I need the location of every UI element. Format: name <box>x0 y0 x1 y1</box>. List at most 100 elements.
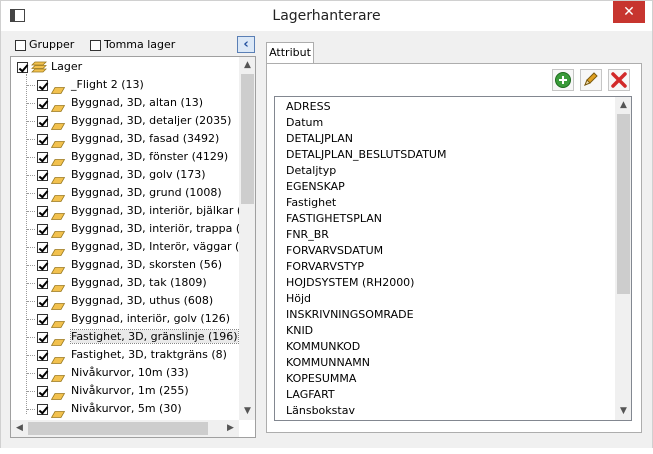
group-option[interactable]: Grupper <box>15 38 74 52</box>
collapse-panel-button[interactable]: ‹ <box>237 36 255 53</box>
layer-visibility-checkbox[interactable] <box>37 259 48 271</box>
attribute-item[interactable]: INSKRIVNINGSOMRADE <box>286 307 414 323</box>
tree-connector-branch <box>27 139 35 141</box>
layer-visibility-checkbox[interactable] <box>37 349 48 361</box>
attr-scroll-thumb[interactable] <box>617 114 630 294</box>
tree-layer-item[interactable]: _Flight 2 (13) <box>37 76 144 94</box>
scroll-up-icon[interactable]: ▲ <box>239 57 255 74</box>
delete-attribute-button[interactable] <box>608 69 630 91</box>
layer-visibility-checkbox[interactable] <box>37 367 48 379</box>
layer-label: _Flight 2 (13) <box>71 78 144 91</box>
polygon-layer-icon <box>50 262 66 274</box>
tree-layer-item[interactable]: Byggnad, 3D, detaljer (2035) <box>37 112 231 130</box>
attribute-item[interactable]: Länsbokstav <box>286 403 355 419</box>
attribute-item[interactable]: Detaljtyp <box>286 163 336 179</box>
add-attribute-button[interactable] <box>552 69 574 91</box>
attr-scroll-up-icon[interactable]: ▲ <box>615 97 631 114</box>
tree-layer-item[interactable]: Byggnad, 3D, fönster (4129) <box>37 148 228 166</box>
layer-visibility-checkbox[interactable] <box>37 79 48 91</box>
layer-tree[interactable]: Lager _Flight 2 (13) Byggnad, 3D, altan (… <box>10 56 256 438</box>
title-bar[interactable]: Lagerhanterare ✕ <box>1 1 652 31</box>
tree-layer-item[interactable]: Byggnad, 3D, Interör, väggar (393 <box>37 238 255 256</box>
attribute-scrollbar[interactable]: ▲ ▼ <box>615 97 631 420</box>
tree-scroll-thumb[interactable] <box>241 74 254 204</box>
background-strip <box>0 448 653 454</box>
tree-connector-branch <box>27 211 35 213</box>
attribute-item[interactable]: HOJDSYSTEM (RH2000) <box>286 275 414 291</box>
tree-connector-branch <box>27 373 35 375</box>
layer-label: Byggnad, 3D, grund (1008) <box>71 186 222 199</box>
attribute-item[interactable]: KNID <box>286 323 313 339</box>
tree-layer-item[interactable]: Byggnad, 3D, golv (173) <box>37 166 206 184</box>
attribute-item[interactable]: Höjd <box>286 291 311 307</box>
polygon-layer-icon <box>50 298 66 310</box>
polygon-layer-icon <box>50 226 66 238</box>
attribute-item[interactable]: KOMMUNKOD <box>286 339 360 355</box>
tree-horizontal-scrollbar[interactable]: ◀ ▶ <box>11 420 239 437</box>
layer-visibility-checkbox[interactable] <box>37 277 48 289</box>
tree-layer-item[interactable]: Byggnad, 3D, interiör, bjälkar (253 <box>37 202 255 220</box>
attribute-item[interactable]: LAGFART <box>286 387 335 403</box>
layer-visibility-checkbox[interactable] <box>37 241 48 253</box>
attribute-item[interactable]: Datum <box>286 115 323 131</box>
tab-attribut[interactable]: Attribut <box>266 42 314 64</box>
tree-layer-item[interactable]: Byggnad, 3D, uthus (608) <box>37 292 213 310</box>
layer-visibility-checkbox[interactable] <box>37 133 48 145</box>
tree-layer-item[interactable]: Byggnad, 3D, fasad (3492) <box>37 130 219 148</box>
tree-connector-branch <box>27 103 35 105</box>
tree-layer-item[interactable]: Fastighet, 3D, traktgräns (8) <box>37 346 227 364</box>
tree-layer-item[interactable]: Byggnad, 3D, altan (13) <box>37 94 203 112</box>
scroll-right-icon[interactable]: ▶ <box>222 420 239 437</box>
tree-vertical-scrollbar[interactable]: ▲ ▼ <box>239 57 255 420</box>
tree-layer-item[interactable]: Nivåkurvor, 5m (30) <box>37 400 182 418</box>
group-checkbox[interactable] <box>15 39 26 51</box>
layer-visibility-checkbox[interactable] <box>37 169 48 181</box>
empty-layers-label: Tomma lager <box>104 38 176 51</box>
layer-visibility-checkbox[interactable] <box>37 313 48 325</box>
tree-root-label: Lager <box>51 60 83 73</box>
attribute-item[interactable]: KOPESUMMA <box>286 371 356 387</box>
attribute-item[interactable]: Fastighet <box>286 195 336 211</box>
attribute-item[interactable]: DETALJPLAN <box>286 131 353 147</box>
layer-visibility-checkbox[interactable] <box>37 331 48 343</box>
attribute-item[interactable]: FORVARVSDATUM <box>286 243 383 259</box>
empty-layers-checkbox[interactable] <box>90 39 101 51</box>
attribute-item[interactable]: EGENSKAP <box>286 179 345 195</box>
tree-connector-branch <box>27 337 35 339</box>
attribute-list[interactable]: ADRESS Datum DETALJPLAN DETALJPLAN_BESLUTSD… <box>274 96 632 421</box>
tree-layer-item[interactable]: Byggnad, 3D, grund (1008) <box>37 184 222 202</box>
close-button[interactable]: ✕ <box>613 1 645 23</box>
attribute-item[interactable]: FNR_BR <box>286 227 329 243</box>
layer-label: Nivåkurvor, 1m (255) <box>71 384 189 397</box>
layer-visibility-checkbox[interactable] <box>37 223 48 235</box>
attribute-item[interactable]: FASTIGHETSPLAN <box>286 211 382 227</box>
tree-layer-item[interactable]: Byggnad, 3D, skorsten (56) <box>37 256 222 274</box>
layer-visibility-checkbox[interactable] <box>37 115 48 127</box>
layer-visibility-checkbox[interactable] <box>37 205 48 217</box>
layer-visibility-checkbox[interactable] <box>37 295 48 307</box>
attribute-item[interactable]: KOMMUNNAMN <box>286 355 370 371</box>
scroll-left-icon[interactable]: ◀ <box>11 420 28 437</box>
attribute-item[interactable]: ADRESS <box>286 99 331 115</box>
tree-layer-item[interactable]: Byggnad, interiör, golv (126) <box>37 310 230 328</box>
polygon-layer-icon <box>50 100 66 112</box>
layer-visibility-checkbox[interactable] <box>37 97 48 109</box>
layer-visibility-checkbox[interactable] <box>37 187 48 199</box>
attribute-item[interactable]: FORVARVSTYP <box>286 259 364 275</box>
attr-scroll-down-icon[interactable]: ▼ <box>615 403 631 420</box>
layer-visibility-checkbox[interactable] <box>37 151 48 163</box>
tree-layer-item[interactable]: Fastighet, 3D, gränslinje (196) <box>37 328 239 346</box>
empty-layers-option[interactable]: Tomma lager <box>90 38 175 52</box>
attribute-item[interactable]: DETALJPLAN_BESLUTSDATUM <box>286 147 446 163</box>
root-checkbox[interactable] <box>17 61 28 73</box>
tree-layer-item[interactable]: Nivåkurvor, 10m (33) <box>37 364 189 382</box>
scroll-down-icon[interactable]: ▼ <box>239 403 255 420</box>
tree-layer-item[interactable]: Nivåkurvor, 1m (255) <box>37 382 189 400</box>
tree-layer-item[interactable]: Byggnad, 3D, tak (1809) <box>37 274 207 292</box>
layer-visibility-checkbox[interactable] <box>37 403 48 415</box>
tree-layer-item[interactable]: Byggnad, 3D, interiör, trappa (491 <box>37 220 255 238</box>
tree-hscroll-thumb[interactable] <box>28 422 208 435</box>
layer-visibility-checkbox[interactable] <box>37 385 48 397</box>
edit-attribute-button[interactable] <box>580 69 602 91</box>
tree-root[interactable]: Lager <box>17 58 82 76</box>
